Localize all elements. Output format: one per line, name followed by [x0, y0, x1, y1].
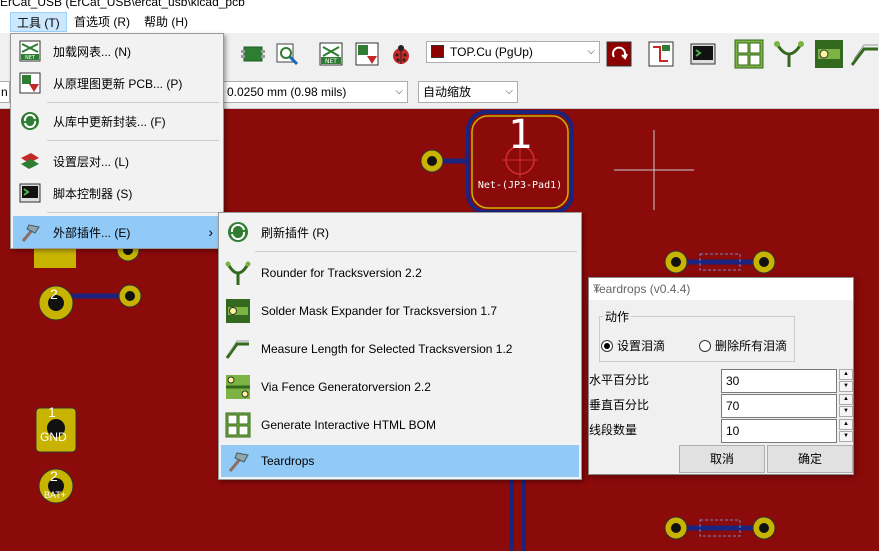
vertical-percent-input[interactable]: 70: [721, 394, 837, 418]
measure-length-toolbar-icon[interactable]: [850, 39, 879, 69]
menu-plugin-teardrops[interactable]: Teardrops: [221, 445, 579, 477]
spin-down-icon[interactable]: ▼: [839, 381, 853, 392]
menubar: 工具 (T) 首选项 (R) 帮助 (H): [0, 10, 879, 33]
via-fence-icon: [225, 374, 251, 400]
chevron-right-icon: ›: [208, 224, 213, 240]
menu-plugin-rounder[interactable]: Rounder for Tracksversion 2.2: [221, 258, 579, 288]
layer-pair-toolbar-icon[interactable]: [604, 39, 634, 69]
radio-delete-teardrops[interactable]: 删除所有泪滴: [699, 337, 787, 354]
horizontal-percent-input[interactable]: 30: [721, 369, 837, 393]
window-title-bar: ErCat_USB (ErCat_USB\ercat_usb\kicad_pcb: [0, 0, 879, 10]
pad-net-label: Net-(JP3-Pad1): [477, 180, 563, 191]
vertical-percent-label: 垂直百分比: [589, 398, 650, 412]
pad2-number: 2: [50, 286, 58, 302]
horizontal-percent-stepper[interactable]: ▲ ▼: [839, 369, 853, 393]
rounder-icon: [225, 260, 251, 286]
menu-plugin-solder-mask[interactable]: Solder Mask Expander for Tracksversion 1…: [221, 296, 579, 326]
vertical-percent-stepper[interactable]: ▲ ▼: [839, 394, 853, 418]
solder-mask-icon: [225, 298, 251, 324]
menu-set-layer-pair[interactable]: 设置层对... (L): [13, 146, 221, 176]
teardrops-dialog: Teardrops (v0.4.4) × 动作 设置泪滴 删除所有泪滴 水平百分…: [588, 277, 854, 475]
footprint-viewer-icon[interactable]: [272, 39, 302, 69]
segment-count-input[interactable]: 10: [721, 419, 837, 443]
menu-scripting-console[interactable]: 脚本控制器 (S): [13, 178, 221, 208]
layer-pair-icon: [17, 148, 43, 174]
menu-tools[interactable]: 工具 (T): [10, 12, 67, 32]
chevron-down-icon: ⌵: [505, 86, 513, 97]
svg-text:NET: NET: [325, 58, 337, 65]
drc-ladybug-icon[interactable]: [386, 39, 416, 69]
menu-separator: [47, 140, 219, 141]
grid-select[interactable]: 0.0250 mm (0.98 mils) ⌵: [222, 81, 408, 103]
footprint-editor-icon[interactable]: [238, 39, 268, 69]
bat-pad-number: 2: [50, 468, 58, 484]
chevron-down-icon: ⌵: [395, 86, 403, 97]
radio-selected-icon: [601, 339, 613, 352]
menu-help[interactable]: 帮助 (H): [138, 12, 194, 32]
plugin-hammer-icon: [17, 219, 43, 245]
menu-plugin-measure-length[interactable]: Measure Length for Selected Tracksversio…: [221, 334, 579, 364]
svg-text:NET: NET: [25, 55, 36, 61]
spin-up-icon[interactable]: ▲: [839, 369, 853, 380]
menu-update-pcb[interactable]: 从原理图更新 PCB... (P): [13, 68, 221, 98]
menu-update-footprints[interactable]: 从库中更新封装... (F): [13, 106, 221, 136]
spin-up-icon[interactable]: ▲: [839, 419, 853, 430]
menu-plugin-via-fence[interactable]: Via Fence Generatorversion 2.2: [221, 372, 579, 402]
scripting-toolbar-icon[interactable]: [688, 39, 718, 69]
refresh-plugins-icon: [225, 219, 251, 245]
update-pcb-toolbar-icon[interactable]: [352, 39, 382, 69]
spin-up-icon[interactable]: ▲: [839, 394, 853, 405]
menu-separator: [47, 102, 219, 103]
scripting-console-icon: [17, 180, 43, 206]
spin-down-icon[interactable]: ▼: [839, 431, 853, 442]
teardrops-hammer-icon: [225, 448, 251, 474]
gnd-pad-label: GND: [40, 430, 67, 444]
schematic-net-icon[interactable]: [646, 39, 676, 69]
menu-load-netlist[interactable]: NET 加载网表... (N): [13, 36, 221, 66]
dialog-title-bar: Teardrops (v0.4.4) ×: [589, 278, 853, 300]
cancel-button[interactable]: 取消: [679, 445, 765, 473]
ok-button[interactable]: 确定: [767, 445, 853, 473]
measure-length-icon: [225, 336, 251, 362]
html-bom-icon: [225, 412, 251, 438]
update-pcb-icon: [17, 70, 43, 96]
pad-number-label: 1: [507, 112, 533, 158]
menu-separator: [47, 212, 219, 213]
radio-unselected-icon: [699, 339, 711, 352]
gnd-pad-number: 1: [48, 404, 56, 420]
horizontal-percent-label: 水平百分比: [589, 373, 650, 387]
tools-menu: NET 加载网表... (N) 从原理图更新 PCB... (P) 从库中更新封…: [10, 33, 224, 249]
spin-down-icon[interactable]: ▼: [839, 406, 853, 417]
refresh-footprint-icon: [17, 108, 43, 134]
rounder-toolbar-icon[interactable]: [774, 39, 804, 69]
bat-pad-label: BAT+: [44, 490, 67, 500]
window-title: ErCat_USB (ErCat_USB\ercat_usb\kicad_pcb: [0, 0, 245, 9]
segment-count-label: 线段数量: [589, 423, 638, 437]
netlist-toolbar-icon[interactable]: NET: [316, 39, 346, 69]
close-icon[interactable]: ×: [593, 282, 845, 296]
zoom-select[interactable]: 自动缩放 ⌵: [418, 81, 518, 103]
html-bom-toolbar-icon[interactable]: [734, 39, 764, 69]
layer-color-swatch: [431, 45, 444, 58]
menu-plugin-html-bom[interactable]: Generate Interactive HTML BOM: [221, 410, 579, 440]
segment-count-stepper[interactable]: ▲ ▼: [839, 419, 853, 443]
chevron-down-icon: ⌵: [587, 46, 595, 57]
solder-mask-toolbar-icon[interactable]: [814, 39, 844, 69]
menu-external-plugins[interactable]: 外部插件... (E) ›: [13, 216, 221, 248]
menu-refresh-plugins[interactable]: 刷新插件 (R): [221, 217, 579, 247]
layer-select[interactable]: TOP.Cu (PgUp) ⌵: [426, 41, 600, 63]
radio-set-teardrops[interactable]: 设置泪滴: [601, 337, 665, 354]
menu-preferences[interactable]: 首选项 (R): [68, 12, 136, 32]
action-group-label: 动作: [603, 308, 632, 325]
plugins-submenu: 刷新插件 (R) Rounder for Tracksversion 2.2 S…: [218, 212, 582, 480]
menu-separator: [255, 251, 577, 252]
netlist-icon: NET: [17, 38, 43, 64]
track-width-select[interactable]: n (: [0, 81, 15, 103]
